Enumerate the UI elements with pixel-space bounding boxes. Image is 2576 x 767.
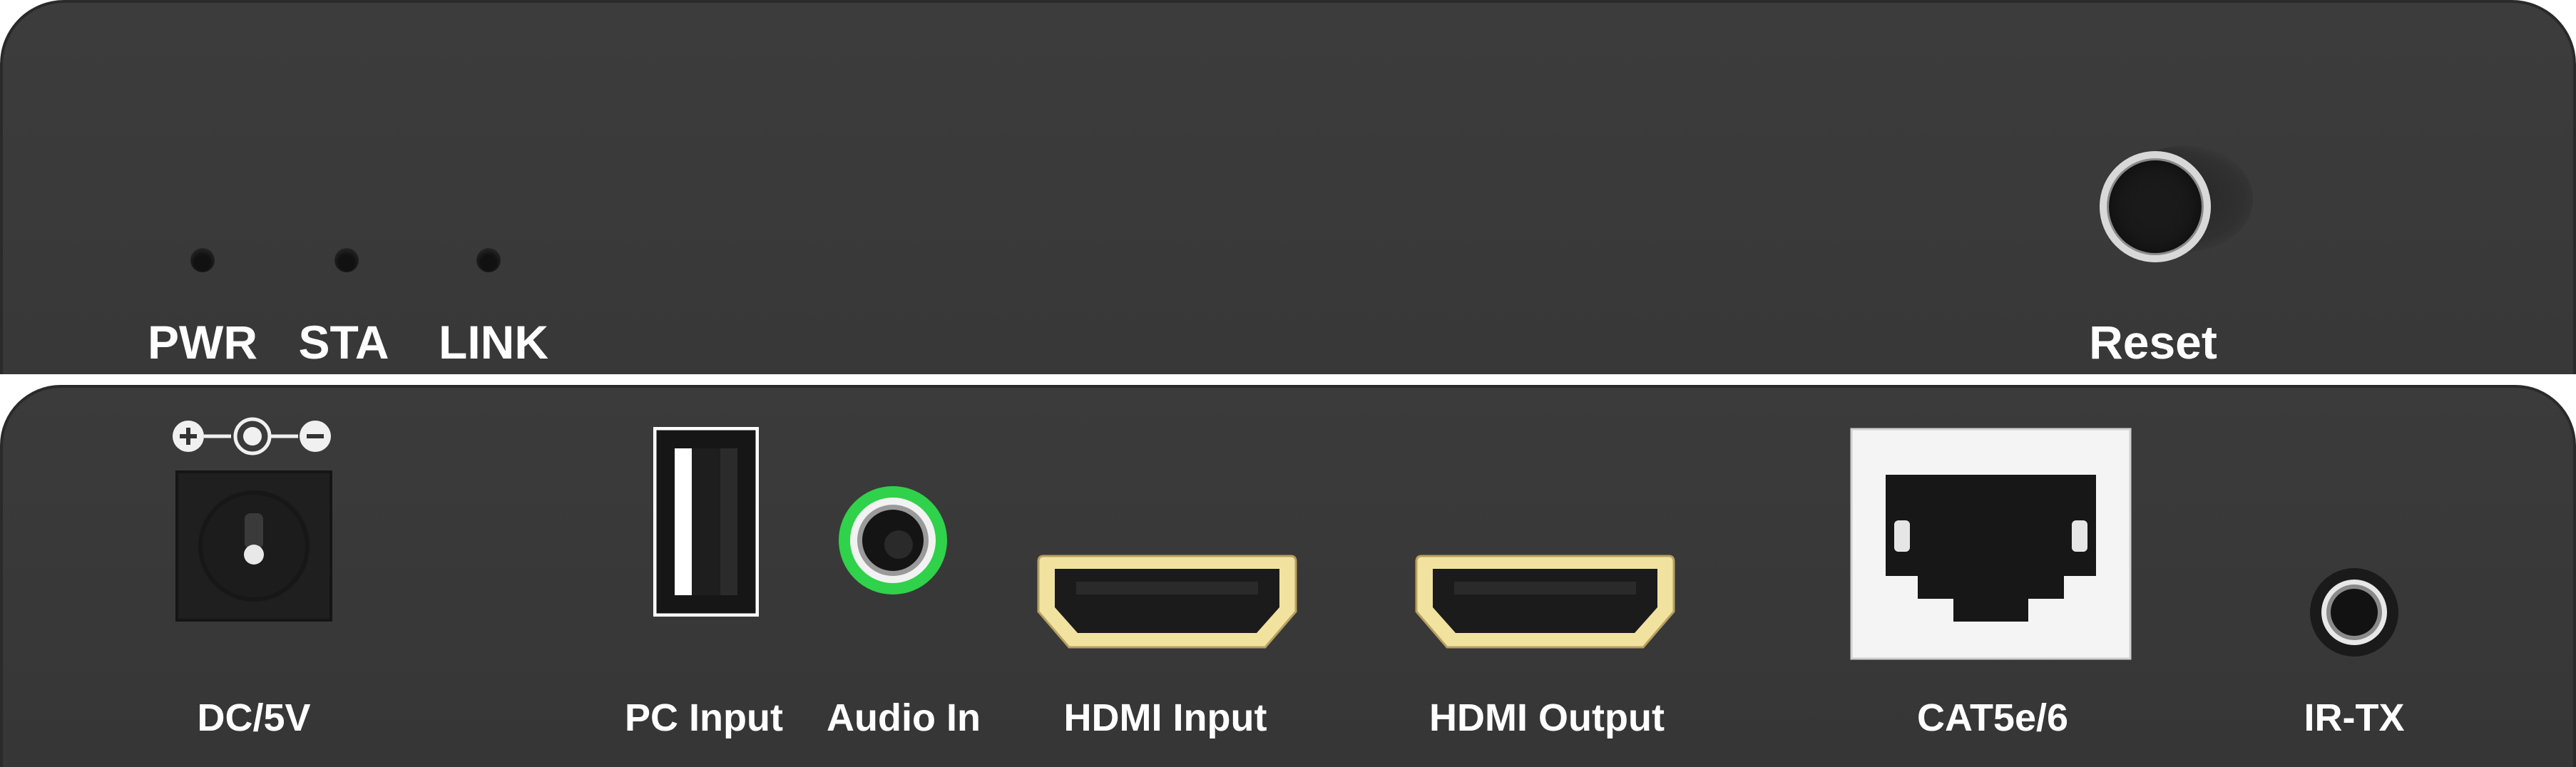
- link-label: LINK: [439, 316, 548, 369]
- sta-led-indicator: [334, 248, 359, 272]
- hdmi-input-label: HDMI Input: [1063, 696, 1267, 739]
- pwr-led-indicator: [190, 248, 215, 272]
- pwr-label: PWR: [148, 316, 257, 369]
- usb-port-icon[interactable]: [653, 427, 759, 617]
- cat5e-6-label: CAT5e/6: [1916, 696, 2069, 739]
- sta-label: STA: [298, 316, 389, 369]
- dc-power-jack[interactable]: [175, 470, 332, 622]
- rj45-port-icon[interactable]: [1850, 428, 2132, 660]
- audio-jack-icon[interactable]: [836, 483, 950, 597]
- hdmi-output-label: HDMI Output: [1429, 696, 1665, 739]
- hdmi-port-icon[interactable]: [1411, 550, 1679, 654]
- reset-label: Reset: [2089, 316, 2217, 369]
- front-panel: PWR STA LINK Reset: [0, 0, 2576, 374]
- link-led-indicator: [476, 248, 501, 272]
- ir-tx-label: IR-TX: [2304, 696, 2405, 739]
- polarity-icon: [173, 417, 331, 455]
- ir-jack-icon[interactable]: [2308, 566, 2401, 659]
- rear-panel: DC/5V PC Input Audio In HDMI Input HDMI …: [0, 385, 2576, 767]
- reset-button[interactable]: [2100, 151, 2211, 262]
- dc-5v-label: DC/5V: [197, 696, 311, 739]
- hdmi-port-icon[interactable]: [1033, 550, 1301, 654]
- pc-input-label: PC Input: [625, 696, 783, 739]
- audio-in-label: Audio In: [827, 696, 981, 739]
